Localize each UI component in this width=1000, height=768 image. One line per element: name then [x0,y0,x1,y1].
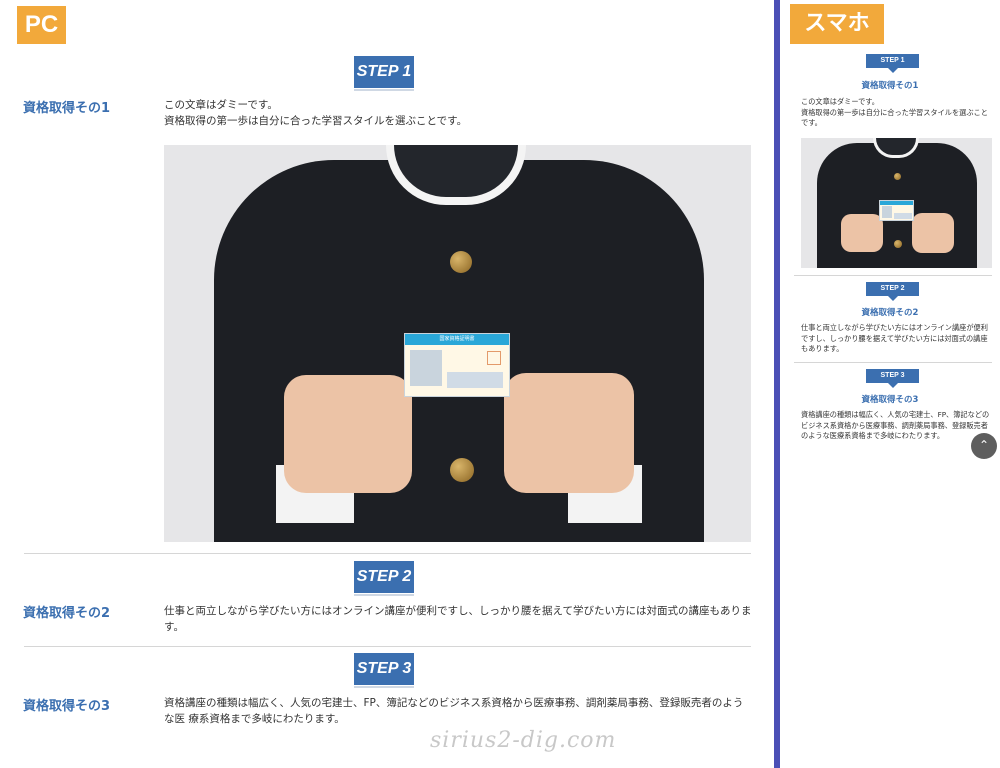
sp-student-id-photo [801,138,992,268]
step-1-text: この文章はダミーです。 資格取得の第一歩は自分に合った学習スタイルを選ぶことです… [164,99,468,127]
sp-step-2-text: 仕事と両立しながら学びたい方にはオンライン講座が便利ですし、しっかり腰を据えて学… [801,323,988,353]
step-3-text: 資格講座の種類は幅広く、人気の宅建士、FP、簿記などのビジネス系資格から医療事務… [164,697,744,725]
step-3-badge: STEP 3 [354,653,414,688]
smartphone-preview-pane: スマホ STEP 1 資格取得その1 この文章はダミーです。 資格取得の第一歩は… [780,0,1000,768]
id-card-title: 国家資格証明書 [405,334,509,345]
step-2-badge: STEP 2 [354,561,414,596]
pc-label: PC [17,6,66,44]
sp-step-3-heading: 資格取得その3 [861,395,919,405]
step-2-text: 仕事と両立しながら学びたい方にはオンライン講座が便利ですし、しっかり腰を据えて学… [164,605,752,633]
student-id-photo: 国家資格証明書 [164,145,751,542]
sp-section-divider [794,362,992,363]
pc-preview-pane: PC STEP 1 資格取得その1 この文章はダミーです。 資格取得の第一歩は自… [0,0,774,768]
sp-step-2-badge: STEP 2 [866,282,919,301]
section-divider [24,646,751,647]
sp-step-3-badge: STEP 3 [866,369,919,388]
section-divider [24,553,751,554]
smartphone-label: スマホ [790,4,884,44]
sp-step-1-text: この文章はダミーです。 資格取得の第一歩は自分に合った学習スタイルを選ぶことです… [801,97,988,127]
step-1-heading: 資格取得その1 [23,101,111,116]
sp-section-divider [794,275,992,276]
sp-step-3-text: 資格講座の種類は幅広く、人気の宅建士、FP、簿記などのビジネス系資格から医療事務… [801,410,990,440]
sp-step-1-badge: STEP 1 [866,54,919,73]
chevron-up-icon: ⌃ [978,438,990,452]
sp-step-1-heading: 資格取得その1 [861,81,919,91]
step-2-heading: 資格取得その2 [23,606,111,621]
sp-step-2-heading: 資格取得その2 [861,308,919,318]
step-3-heading: 資格取得その3 [23,699,111,714]
watermark: sirius2-dig.com [430,728,617,753]
scroll-to-top-button[interactable]: ⌃ [971,433,997,459]
step-1-badge: STEP 1 [354,56,414,91]
